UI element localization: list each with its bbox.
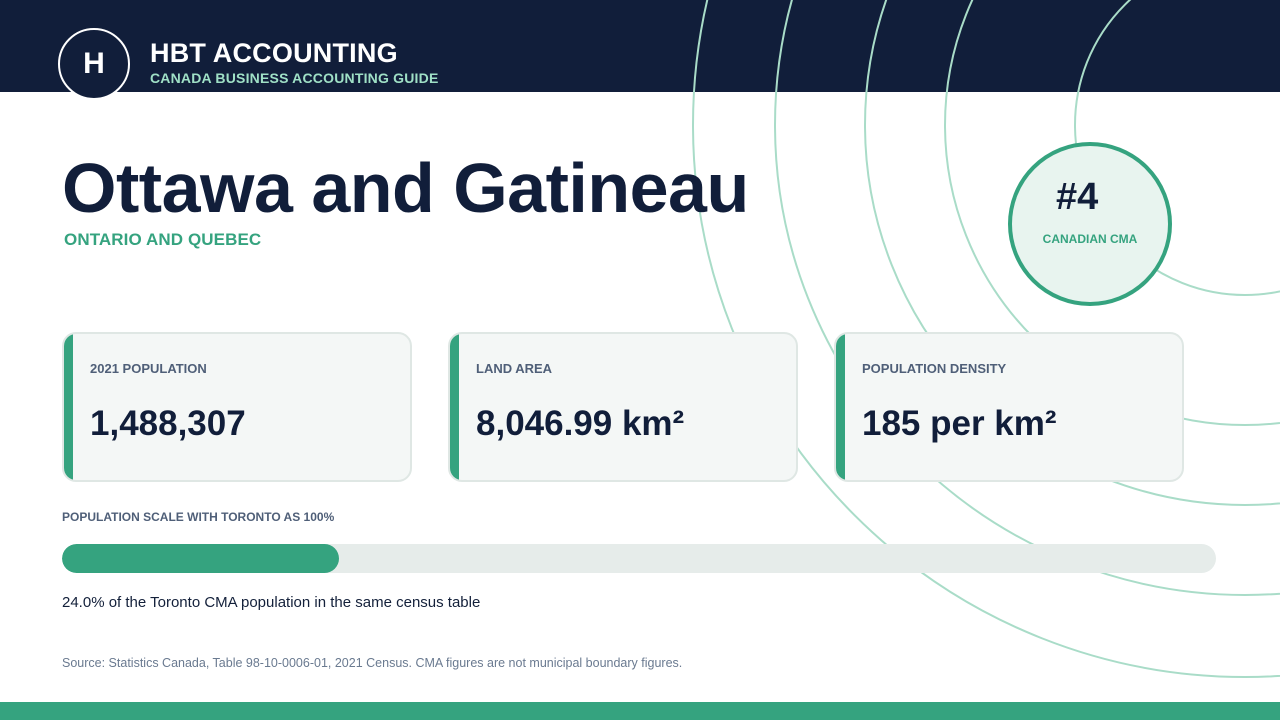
page-subtitle: ONTARIO AND QUEBEC (64, 230, 262, 249)
rank-badge: #4 CANADIAN CMA (1008, 142, 1172, 306)
footer-bar (0, 702, 1280, 720)
population-scale-label: POPULATION SCALE WITH TORONTO AS 100% (62, 510, 335, 524)
page-title: Ottawa and Gatineau (62, 149, 749, 227)
population-scale-fill (62, 544, 339, 573)
stat-value: 1,488,307 (90, 404, 246, 443)
stat-label: POPULATION DENSITY (862, 361, 1007, 376)
stat-card-accent (450, 334, 459, 480)
stat-value: 8,046.99 km² (476, 404, 685, 443)
stat-card-population: 2021 POPULATION 1,488,307 (62, 332, 412, 482)
stat-card-accent (64, 334, 73, 480)
stat-label: LAND AREA (476, 361, 553, 376)
brand-name: HBT ACCOUNTING (150, 38, 398, 68)
population-scale-track (62, 544, 1216, 573)
company-logo: H (58, 28, 130, 100)
brand-tagline: CANADA BUSINESS ACCOUNTING GUIDE (150, 70, 439, 86)
stat-card-density: POPULATION DENSITY 185 per km² (834, 332, 1184, 482)
rank-value: #4 (1056, 176, 1099, 218)
logo-letter: H (83, 47, 105, 80)
source-note: Source: Statistics Canada, Table 98-10-0… (62, 656, 683, 670)
stat-label: 2021 POPULATION (90, 361, 207, 376)
population-scale-caption: 24.0% of the Toronto CMA population in t… (62, 594, 481, 611)
stat-card-accent (836, 334, 845, 480)
stat-value: 185 per km² (862, 404, 1057, 443)
stat-card-land-area: LAND AREA 8,046.99 km² (448, 332, 798, 482)
rank-label: CANADIAN CMA (1042, 232, 1138, 246)
